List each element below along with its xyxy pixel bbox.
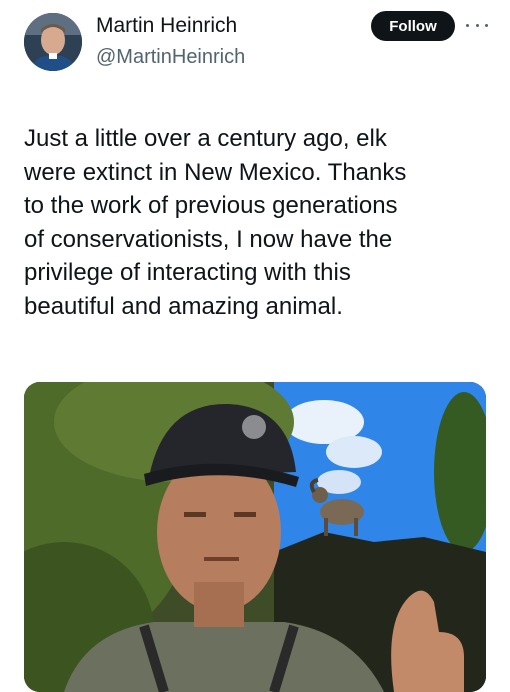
tweet-line: Just a little over a century ago, elk [24, 125, 387, 152]
tweet-line: were extinct in New Mexico. Thanks [24, 158, 407, 186]
more-horizontal-icon-dot [485, 23, 488, 27]
tweet-line: beautiful and amazing animal. [24, 292, 343, 320]
author-handle[interactable]: @MartinHeinrich [96, 46, 245, 69]
more-horizontal-icon-dot [475, 23, 479, 27]
person-avatar-icon [24, 13, 82, 71]
more-horizontal-icon [466, 23, 469, 27]
tweet-line: to the work of previous generations [24, 192, 398, 219]
tweet-line: privilege of interacting with this [24, 259, 351, 286]
tweet-text: Just a little over a century ago, elk we… [24, 122, 494, 323]
author-avatar[interactable] [24, 13, 82, 71]
follow-button[interactable]: Follow [371, 11, 455, 41]
photo-selfie-with-bighorn-sheep [24, 382, 486, 692]
author-name[interactable]: Martin Heinrich [96, 14, 237, 38]
tweet-line: of conservationists, I now have the [24, 225, 393, 253]
tweet-media-photo[interactable] [24, 382, 486, 692]
more-options-button[interactable] [466, 20, 488, 30]
